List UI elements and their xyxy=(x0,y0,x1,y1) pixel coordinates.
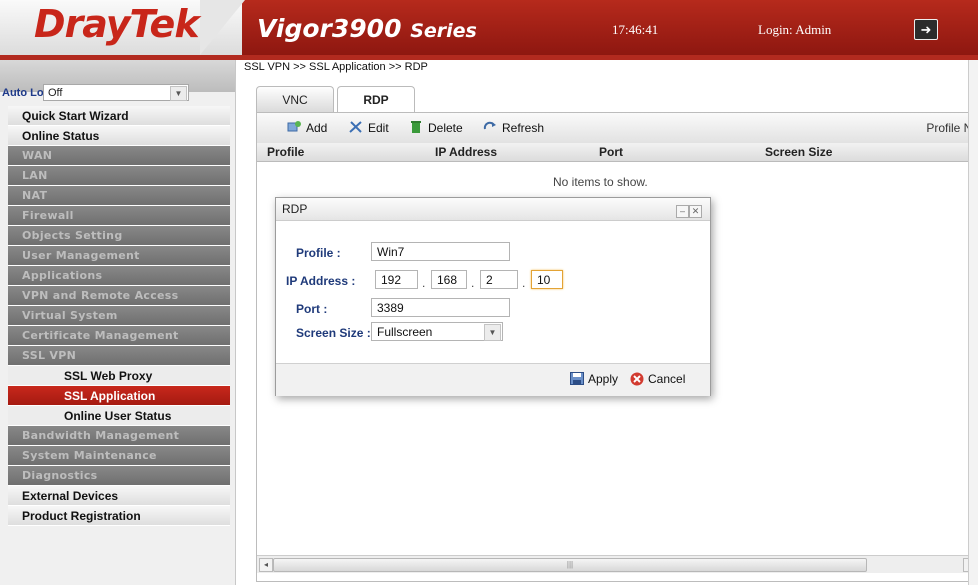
edit-icon xyxy=(349,121,362,133)
sidebar-item-quick-start-wizard[interactable]: Quick Start Wizard xyxy=(8,106,230,126)
sidebar-item-virtual-system[interactable]: Virtual System xyxy=(8,306,230,326)
draytek-logo: DrayTek xyxy=(34,2,200,46)
dialog-controls: – ✕ xyxy=(676,203,702,218)
chevron-down-icon[interactable]: ▼ xyxy=(484,324,501,341)
logout-icon[interactable]: ➜ xyxy=(914,19,938,40)
ip-dot: . xyxy=(522,276,526,290)
rdp-dialog: RDP – ✕ Profile : Win7 IP Address : 192 .… xyxy=(275,197,711,396)
sidebar-item-lan[interactable]: LAN xyxy=(8,166,230,186)
ip-dot: . xyxy=(471,276,475,290)
ip-octet-1[interactable]: 192 xyxy=(375,270,418,289)
cancel-label: Cancel xyxy=(648,372,686,386)
ip-dot: . xyxy=(422,276,426,290)
save-icon xyxy=(570,372,584,385)
sidebar-item-certificate-management[interactable]: Certificate Management xyxy=(8,326,230,346)
table-header: Profile IP Address Port Screen Size xyxy=(257,143,978,162)
add-button[interactable]: Add xyxy=(287,121,327,135)
profile-label: Profile : xyxy=(296,246,341,260)
scroll-left-icon[interactable]: ◂ xyxy=(259,558,273,572)
product-series-title: Vigor3900 Series xyxy=(257,14,477,43)
sidebar-item-bandwidth-management[interactable]: Bandwidth Management xyxy=(8,426,230,446)
sidebar-item-nat[interactable]: NAT xyxy=(8,186,230,206)
sidebar-item-firewall[interactable]: Firewall xyxy=(8,206,230,226)
sidebar-item-vpn-remote-access[interactable]: VPN and Remote Access xyxy=(8,286,230,306)
screen-size-label: Screen Size : xyxy=(296,326,371,340)
edit-button[interactable]: Edit xyxy=(349,121,389,135)
sidebar-item-objects-setting[interactable]: Objects Setting xyxy=(8,226,230,246)
column-profile[interactable]: Profile xyxy=(267,145,304,159)
chevron-down-icon[interactable]: ▼ xyxy=(170,86,187,101)
screen-size-select[interactable]: Fullscreen ▼ xyxy=(371,322,503,341)
column-port[interactable]: Port xyxy=(599,145,623,159)
sidebar-menu: Quick Start Wizard Online Status WAN LAN… xyxy=(8,106,230,526)
edit-label: Edit xyxy=(368,121,389,135)
minimize-icon[interactable]: – xyxy=(676,205,689,218)
column-screen-size[interactable]: Screen Size xyxy=(765,145,832,159)
sidebar-item-ssl-application[interactable]: SSL Application xyxy=(8,386,230,406)
add-icon xyxy=(287,121,301,132)
sidebar-item-product-registration[interactable]: Product Registration xyxy=(8,506,230,526)
sidebar-item-user-management[interactable]: User Management xyxy=(8,246,230,266)
right-scrollbar[interactable] xyxy=(968,60,978,585)
refresh-label: Refresh xyxy=(502,121,545,135)
sidebar-item-applications[interactable]: Applications xyxy=(8,266,230,286)
refresh-button[interactable]: Refresh xyxy=(483,121,544,135)
empty-table-message: No items to show. xyxy=(553,175,648,189)
profile-field[interactable]: Win7 xyxy=(371,242,510,261)
ip-octet-2[interactable]: 168 xyxy=(431,270,467,289)
sidebar-item-diagnostics[interactable]: Diagnostics xyxy=(8,466,230,486)
close-icon[interactable]: ✕ xyxy=(689,205,702,218)
column-ip-address[interactable]: IP Address xyxy=(435,145,497,159)
ip-octet-3[interactable]: 2 xyxy=(480,270,518,289)
apply-label: Apply xyxy=(588,372,619,386)
sidebar: Auto Logout Off ▼ Quick Start Wizard Onl… xyxy=(0,60,236,585)
apply-button[interactable]: Apply xyxy=(570,372,618,386)
series-model: Vigor3900 xyxy=(257,14,402,43)
dialog-title: RDP xyxy=(276,198,710,221)
breadcrumb: SSL VPN >> SSL Application >> RDP xyxy=(244,61,428,73)
refresh-icon xyxy=(483,121,496,130)
tab-rdp[interactable]: RDP xyxy=(337,86,415,114)
sidebar-item-online-status[interactable]: Online Status xyxy=(8,126,230,146)
cancel-icon xyxy=(630,372,644,386)
dialog-footer: Apply Cancel xyxy=(276,363,710,396)
top-header: DrayTek Vigor3900 Series 17:46:41 Login:… xyxy=(0,0,978,55)
sidebar-item-ssl-vpn[interactable]: SSL VPN xyxy=(8,346,230,366)
sidebar-item-wan[interactable]: WAN xyxy=(8,146,230,166)
ip-octet-4[interactable]: 10 xyxy=(531,270,563,289)
auto-logout-select[interactable]: Off ▼ xyxy=(43,84,189,101)
series-suffix: Series xyxy=(410,20,477,42)
port-label: Port : xyxy=(296,302,328,316)
sidebar-item-external-devices[interactable]: External Devices xyxy=(8,486,230,506)
delete-button[interactable]: Delete xyxy=(409,121,463,135)
login-status: Login: Admin xyxy=(758,22,832,37)
sidebar-item-ssl-web-proxy[interactable]: SSL Web Proxy xyxy=(8,366,230,386)
trash-icon xyxy=(411,121,421,133)
cancel-button[interactable]: Cancel xyxy=(630,372,685,386)
ip-address-label: IP Address : xyxy=(286,274,356,288)
screen-size-value: Fullscreen xyxy=(377,325,433,339)
scrollbar-thumb[interactable]: ||| xyxy=(273,558,867,572)
sidebar-item-system-maintenance[interactable]: System Maintenance xyxy=(8,446,230,466)
horizontal-scrollbar[interactable]: ◂ ||| ▸ xyxy=(257,555,978,573)
clock: 17:46:41 xyxy=(612,22,659,37)
tab-vnc[interactable]: VNC xyxy=(256,86,334,113)
add-label: Add xyxy=(306,121,328,135)
auto-logout-value: Off xyxy=(48,87,63,99)
port-field[interactable]: 3389 xyxy=(371,298,510,317)
toolbar: Add Edit Delete Refresh Profile Nu xyxy=(257,113,978,144)
delete-label: Delete xyxy=(428,121,463,135)
logo-divider xyxy=(200,0,245,55)
sidebar-item-online-user-status[interactable]: Online User Status xyxy=(8,406,230,426)
